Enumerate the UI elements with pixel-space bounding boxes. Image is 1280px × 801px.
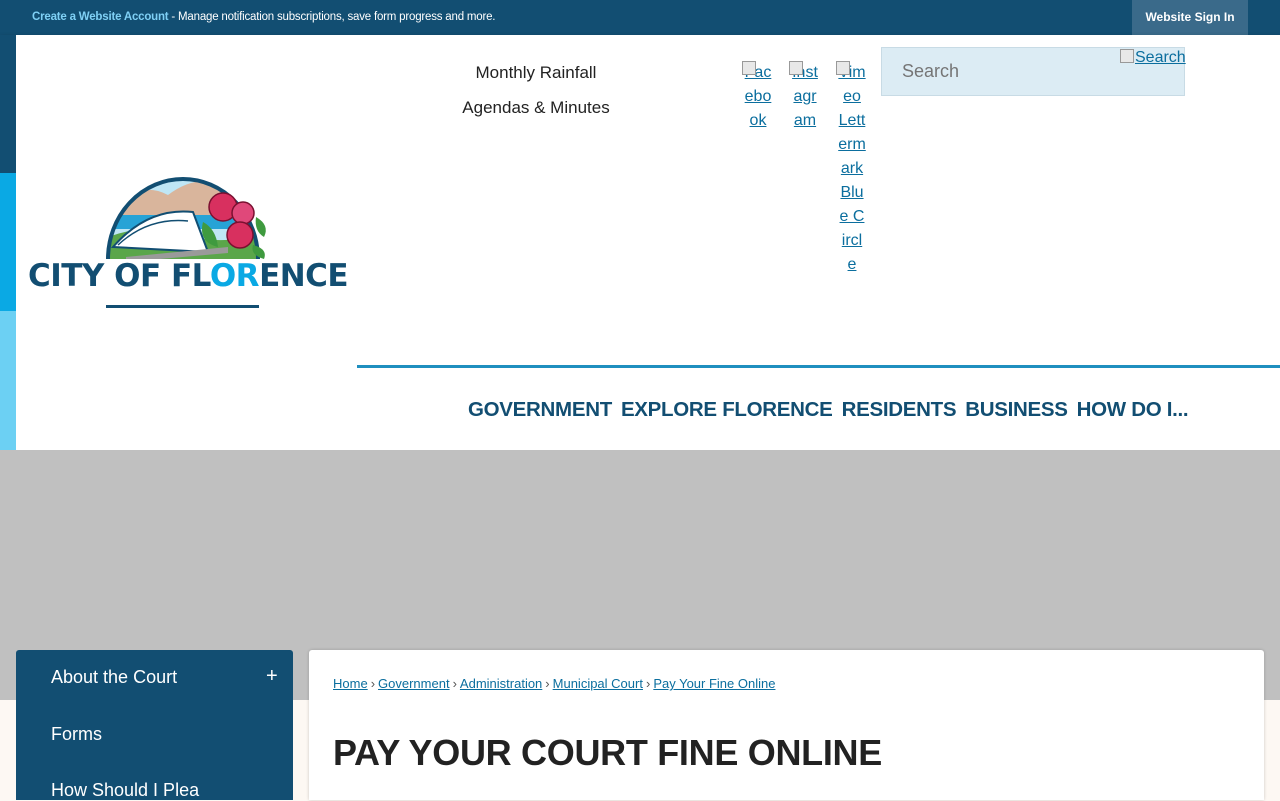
nav-item-government[interactable]: GOVERNMENT	[468, 398, 612, 422]
quick-link-agendas-minutes[interactable]: Agendas & Minutes	[442, 98, 630, 118]
vimeo-link[interactable]: Vimeo Lettermark Blue Circle	[836, 61, 866, 277]
breadcrumb-pay-your-fine-online[interactable]: Pay Your Fine Online	[653, 676, 775, 691]
breadcrumb-government[interactable]: Government	[378, 676, 450, 691]
site-header: CITY OF FLORENCE Monthly Rainfall Agenda…	[0, 35, 1280, 450]
breadcrumb-municipal-court[interactable]: Municipal Court	[553, 676, 643, 691]
search-input[interactable]	[882, 48, 1112, 95]
vimeo-icon	[836, 61, 850, 75]
nav-divider	[357, 365, 1280, 368]
logo-underline	[106, 305, 259, 308]
sidebar-item-about-the-court[interactable]: About the Court	[51, 667, 177, 688]
logo-text: CITY OF FLORENCE	[28, 258, 349, 294]
breadcrumb-home[interactable]: Home	[333, 676, 368, 691]
instagram-link[interactable]: Instagram	[789, 61, 819, 133]
main-nav: GOVERNMENT EXPLORE FLORENCE RESIDENTS BU…	[468, 398, 1189, 422]
nav-item-residents[interactable]: RESIDENTS	[842, 398, 957, 422]
search-icon	[1120, 49, 1134, 63]
facebook-link[interactable]: Facebook	[742, 61, 772, 133]
expand-icon[interactable]: +	[266, 665, 278, 688]
decorative-stripe-light	[0, 311, 16, 450]
sidebar-item-forms[interactable]: Forms	[51, 724, 102, 745]
sidebar-nav: About the Court + Forms How Should I Ple…	[16, 650, 293, 800]
facebook-icon	[742, 61, 756, 75]
nav-item-business[interactable]: BUSINESS	[965, 398, 1068, 422]
website-sign-in-button[interactable]: Website Sign In	[1132, 0, 1248, 35]
decorative-stripe-accent	[0, 173, 16, 311]
logo-emblem-icon	[106, 177, 266, 260]
top-bar: Create a Website Account - Manage notifi…	[0, 0, 1280, 35]
page-title: PAY YOUR COURT FINE ONLINE	[333, 732, 882, 773]
main-content: Home › Government › Administration › Municipal…	[309, 650, 1264, 800]
nav-item-how-do-i[interactable]: HOW DO I...	[1077, 398, 1189, 422]
city-logo[interactable]: CITY OF FLORENCE	[28, 167, 349, 317]
quick-link-monthly-rainfall[interactable]: Monthly Rainfall	[442, 63, 630, 83]
breadcrumb-administration[interactable]: Administration	[460, 676, 542, 691]
decorative-stripe-dark	[0, 35, 16, 173]
account-notice-text: - Manage notification subscriptions, sav…	[168, 11, 496, 23]
create-account-link[interactable]: Create a Website Account	[32, 11, 169, 23]
instagram-icon	[789, 61, 803, 75]
search-button[interactable]: Search	[1120, 49, 1186, 67]
sidebar-item-how-should-i-plea[interactable]: How Should I Plea	[51, 780, 199, 801]
nav-item-explore-florence[interactable]: EXPLORE FLORENCE	[621, 398, 833, 422]
account-notice: Create a Website Account - Manage notifi…	[32, 11, 495, 23]
breadcrumb: Home › Government › Administration › Municipal…	[333, 676, 776, 691]
